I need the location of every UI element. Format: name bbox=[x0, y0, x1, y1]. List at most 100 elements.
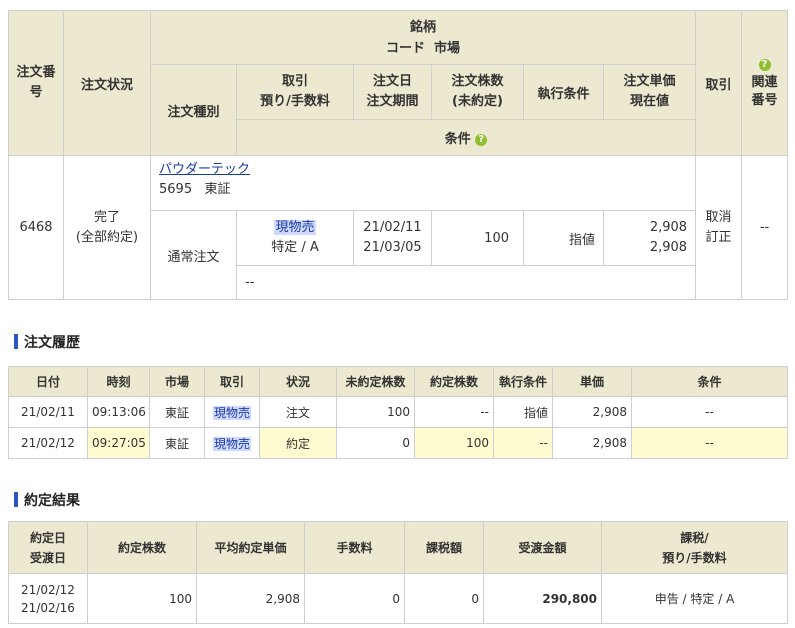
result-tax-fee: 申告 / 特定 / A bbox=[601, 573, 788, 624]
result-col-qty: 約定株数 bbox=[87, 521, 197, 574]
qty-cell: 100 bbox=[431, 210, 524, 266]
unit-price: 2,908 bbox=[649, 220, 688, 235]
history-market: 東証 bbox=[149, 396, 205, 428]
history-col-market: 市場 bbox=[149, 366, 205, 397]
header-exec-cond: 執行条件 bbox=[523, 64, 604, 120]
table-row: 21/02/12 09:27:05 東証 現物売 約定 0 100 -- 2,9… bbox=[8, 427, 788, 459]
trade-cell: 現物売 特定 / A bbox=[236, 210, 354, 266]
result-col-tax: 課税額 bbox=[404, 521, 484, 574]
modify-link[interactable]: 訂正 bbox=[696, 228, 741, 248]
history-exec: 指値 bbox=[493, 396, 553, 428]
history-col-time: 時刻 bbox=[87, 366, 150, 397]
header-qty-label: 注文株数 bbox=[451, 74, 504, 89]
history-col-trade: 取引 bbox=[204, 366, 260, 397]
deposit-fee: 特定 / A bbox=[271, 240, 319, 255]
table-row: 21/02/11 09:13:06 東証 現物売 注文 100 -- 指値 2,… bbox=[8, 396, 788, 428]
result-date-cell: 21/02/12 21/02/16 bbox=[8, 573, 88, 624]
history-col-exec: 執行条件 bbox=[493, 366, 553, 397]
section-marker-icon bbox=[14, 492, 18, 507]
history-title: 注文履歴 bbox=[24, 335, 80, 351]
header-trade: 取引 預り/手数料 bbox=[236, 64, 354, 120]
header-order-date: 注文日 注文期間 bbox=[353, 64, 432, 120]
order-date: 21/02/11 bbox=[363, 220, 422, 235]
result-col-fee-label: 預り/手数料 bbox=[662, 550, 727, 565]
history-col-cond: 条件 bbox=[631, 366, 788, 397]
price-cell: 2,908 2,908 bbox=[602, 210, 697, 266]
cancel-link[interactable]: 取消 bbox=[696, 208, 741, 228]
stock-name-link[interactable]: パウダーテック bbox=[159, 162, 250, 177]
help-icon[interactable]: ? bbox=[758, 58, 771, 71]
history-header-row: 日付 時刻 市場 取引 状況 未約定株数 約定株数 執行条件 単価 条件 bbox=[8, 366, 788, 397]
result-col-amount: 受渡金額 bbox=[483, 521, 602, 574]
header-qty: 注文株数 (未約定) bbox=[431, 64, 524, 120]
history-filled: -- bbox=[414, 396, 494, 428]
result-col-avg-price: 平均約定単価 bbox=[196, 521, 305, 574]
history-status: 約定 bbox=[259, 427, 337, 459]
header-status: 注文状況 bbox=[63, 10, 151, 156]
history-time: 09:13:06 bbox=[87, 396, 150, 428]
result-title: 約定結果 bbox=[24, 493, 80, 509]
result-table: 約定日 受渡日 約定株数 平均約定単価 手数料 課税額 受渡金額 課税/ 預り/… bbox=[8, 521, 788, 624]
history-time: 09:27:05 bbox=[87, 427, 150, 459]
history-filled: 100 bbox=[414, 427, 494, 459]
history-trade: 現物売 bbox=[204, 427, 260, 459]
order-table: 注文番号 注文状況 銘柄 コード 市場 取引 ? 関連番号 注文種別 取引 預り… bbox=[8, 10, 789, 300]
stock-cell: パウダーテック 5695 東証 bbox=[149, 155, 697, 211]
history-trade-label: 現物売 bbox=[212, 436, 251, 451]
result-avg-price: 2,908 bbox=[196, 573, 305, 624]
exec-cond-cell: 指値 bbox=[523, 210, 604, 266]
result-fee: 0 bbox=[304, 573, 405, 624]
conditions-cell: -- bbox=[235, 265, 697, 300]
history-col-status: 状況 bbox=[259, 366, 337, 397]
status-detail: (全部約定) bbox=[75, 229, 139, 245]
result-col-settle-date: 受渡日 bbox=[29, 550, 66, 565]
order-no-cell: 6468 bbox=[8, 155, 64, 300]
related-cell: -- bbox=[741, 155, 789, 300]
header-related: ? 関連番号 bbox=[741, 10, 789, 156]
history-price: 2,908 bbox=[552, 427, 632, 459]
history-date: 21/02/11 bbox=[8, 396, 88, 428]
header-current-price: 現在値 bbox=[630, 94, 670, 109]
history-unfilled: 0 bbox=[336, 427, 415, 459]
history-col-date: 日付 bbox=[8, 366, 88, 397]
result-qty: 100 bbox=[87, 573, 197, 624]
result-settle-date: 21/02/16 bbox=[21, 600, 75, 615]
header-conditions-label: 条件 bbox=[444, 132, 471, 147]
header-trade-action: 取引 bbox=[695, 10, 743, 156]
header-order-date-label: 注文日 bbox=[372, 74, 412, 89]
history-exec: -- bbox=[493, 427, 553, 459]
history-table: 日付 時刻 市場 取引 状況 未約定株数 約定株数 執行条件 単価 条件 21/… bbox=[8, 366, 788, 459]
header-conditions: 条件 ? bbox=[235, 119, 697, 156]
header-meigara: 銘柄 コード 市場 bbox=[149, 10, 697, 65]
header-unit-price-label: 注文単価 bbox=[623, 74, 676, 89]
action-cell: 取消 訂正 bbox=[695, 155, 743, 300]
header-trade-label: 取引 bbox=[281, 74, 308, 89]
history-unfilled: 100 bbox=[336, 396, 415, 428]
help-icon[interactable]: ? bbox=[475, 133, 488, 146]
history-cond: -- bbox=[631, 427, 788, 459]
trade-type: 現物売 bbox=[274, 220, 316, 235]
history-section-title: 注文履歴 bbox=[14, 332, 80, 352]
history-market: 東証 bbox=[149, 427, 205, 459]
history-col-price: 単価 bbox=[552, 366, 632, 397]
current-price: 2,908 bbox=[649, 240, 688, 255]
history-trade: 現物売 bbox=[204, 396, 260, 428]
history-cond: -- bbox=[631, 396, 788, 428]
result-col-tax-label: 課税/ bbox=[680, 530, 709, 545]
history-date: 21/02/12 bbox=[8, 427, 88, 459]
history-col-filled: 約定株数 bbox=[414, 366, 494, 397]
header-order-no: 注文番号 bbox=[8, 10, 64, 156]
result-col-date: 約定日 受渡日 bbox=[8, 521, 88, 574]
table-row: 21/02/12 21/02/16 100 2,908 0 0 290,800 … bbox=[8, 573, 788, 624]
result-exec-date: 21/02/12 bbox=[21, 582, 75, 597]
header-deposit-fee: 預り/手数料 bbox=[260, 94, 330, 109]
result-section-title: 約定結果 bbox=[14, 490, 80, 510]
result-tax: 0 bbox=[404, 573, 484, 624]
stock-code-market: 5695 東証 bbox=[159, 182, 231, 197]
history-col-unfilled: 未約定株数 bbox=[336, 366, 415, 397]
result-col-tax-fee: 課税/ 預り/手数料 bbox=[601, 521, 788, 574]
result-header-row: 約定日 受渡日 約定株数 平均約定単価 手数料 課税額 受渡金額 課税/ 預り/… bbox=[8, 521, 788, 574]
history-trade-label: 現物売 bbox=[212, 405, 251, 420]
date-cell: 21/02/11 21/03/05 bbox=[353, 210, 432, 266]
header-unfilled: (未約定) bbox=[452, 94, 503, 109]
